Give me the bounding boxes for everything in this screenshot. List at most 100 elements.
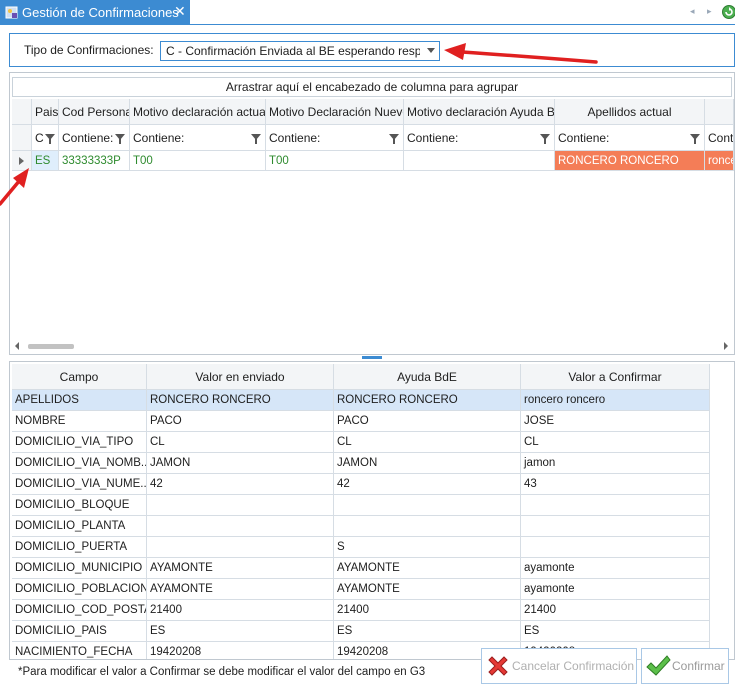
table-row[interactable]: DOMICILIO_VIA_NOMB... JAMON JAMON jamon <box>12 453 710 474</box>
filter-cell-motivo-ayuda[interactable]: Contiene: <box>404 125 555 151</box>
confirmation-type-select[interactable]: C - Confirmación Enviada al BE esperando… <box>160 41 440 61</box>
cell-ayuda-bde[interactable]: JAMON <box>334 453 521 474</box>
cell-campo[interactable]: NOMBRE <box>12 411 147 432</box>
filter-cell-apellidos-actual[interactable]: Contiene: <box>555 125 705 151</box>
column-header-campo[interactable]: Campo <box>12 364 147 390</box>
cell-ayuda-bde[interactable]: ES <box>334 621 521 642</box>
cell-motivo-nuevo[interactable]: T00 <box>266 151 404 171</box>
column-header-motivo-nuevo[interactable]: Motivo Declaración Nuevo <box>266 99 404 125</box>
cell-campo[interactable]: DOMICILIO_VIA_TIPO <box>12 432 147 453</box>
cell-valor-confirmar[interactable]: 43 <box>521 474 710 495</box>
column-header-valor-confirmar[interactable]: Valor a Confirmar <box>521 364 710 390</box>
cell-ayuda-bde[interactable]: 21400 <box>334 600 521 621</box>
cell-valor-confirmar[interactable] <box>521 495 710 516</box>
filter-cell-pais[interactable]: C <box>32 125 59 151</box>
table-row[interactable]: DOMICILIO_COD_POSTAL 21400 21400 21400 <box>12 600 710 621</box>
cell-campo[interactable]: DOMICILIO_PLANTA <box>12 516 147 537</box>
row-indicator[interactable] <box>12 151 32 171</box>
table-row[interactable]: DOMICILIO_PAIS ES ES ES <box>12 621 710 642</box>
cell-valor-enviado[interactable] <box>147 537 334 558</box>
table-row[interactable]: DOMICILIO_POBLACION AYAMONTE AYAMONTE ay… <box>12 579 710 600</box>
filter-funnel-icon[interactable] <box>45 134 55 144</box>
cell-campo[interactable]: DOMICILIO_MUNICIPIO <box>12 558 147 579</box>
scroll-right-arrow-icon[interactable] <box>724 342 728 350</box>
column-header-valor-enviado[interactable]: Valor en enviado <box>147 364 334 390</box>
column-header-motivo-actual[interactable]: Motivo declaración actual <box>130 99 266 125</box>
cell-ayuda-bde[interactable] <box>334 516 521 537</box>
cell-campo[interactable]: DOMICILIO_COD_POSTAL <box>12 600 147 621</box>
cell-campo[interactable]: DOMICILIO_BLOQUE <box>12 495 147 516</box>
cell-apellidos-next[interactable]: roncero <box>705 151 734 171</box>
cell-ayuda-bde[interactable]: RONCERO RONCERO <box>334 390 521 411</box>
cell-valor-enviado[interactable]: PACO <box>147 411 334 432</box>
filter-funnel-icon[interactable] <box>690 134 700 144</box>
cell-valor-confirmar[interactable]: 21400 <box>521 600 710 621</box>
filter-cell-cod-persona[interactable]: Contiene: <box>59 125 130 151</box>
cell-motivo-actual[interactable]: T00 <box>130 151 266 171</box>
filter-funnel-icon[interactable] <box>389 134 399 144</box>
column-header-pais[interactable]: Pais <box>32 99 59 125</box>
cell-ayuda-bde[interactable]: PACO <box>334 411 521 432</box>
cancel-confirmation-button[interactable]: Cancelar Confirmación <box>481 648 637 684</box>
cell-ayuda-bde[interactable]: AYAMONTE <box>334 579 521 600</box>
chevron-down-icon[interactable] <box>427 48 435 53</box>
cell-valor-confirmar[interactable]: ES <box>521 621 710 642</box>
cell-valor-enviado[interactable]: 21400 <box>147 600 334 621</box>
table-row[interactable]: ES 33333333P T00 T00 RONCERO RONCERO ron… <box>12 151 734 171</box>
cell-valor-enviado[interactable]: 19420208 <box>147 642 334 659</box>
cell-valor-confirmar[interactable]: CL <box>521 432 710 453</box>
filter-funnel-icon[interactable] <box>115 134 125 144</box>
cell-valor-enviado[interactable]: ES <box>147 621 334 642</box>
cell-valor-enviado[interactable]: 42 <box>147 474 334 495</box>
scroll-left-icon[interactable]: ◂ <box>690 6 695 17</box>
cell-valor-enviado[interactable]: AYAMONTE <box>147 558 334 579</box>
scroll-right-icon[interactable]: ▸ <box>707 6 712 17</box>
refresh-icon[interactable] <box>721 3 735 21</box>
filter-cell-motivo-actual[interactable]: Contiene: <box>130 125 266 151</box>
cell-valor-confirmar[interactable]: ayamonte <box>521 579 710 600</box>
cell-cod-persona[interactable]: 33333333P <box>59 151 130 171</box>
column-header-motivo-ayuda[interactable]: Motivo declaración Ayuda BE <box>404 99 555 125</box>
table-row[interactable]: DOMICILIO_BLOQUE <box>12 495 710 516</box>
table-row[interactable]: DOMICILIO_PLANTA <box>12 516 710 537</box>
column-header-ayuda-bde[interactable]: Ayuda BdE <box>334 364 521 390</box>
table-row[interactable]: DOMICILIO_VIA_TIPO CL CL CL <box>12 432 710 453</box>
scroll-left-arrow-icon[interactable] <box>15 342 19 350</box>
cell-campo[interactable]: NACIMIENTO_FECHA <box>12 642 147 659</box>
cell-campo[interactable]: DOMICILIO_PAIS <box>12 621 147 642</box>
cell-valor-confirmar[interactable]: jamon <box>521 453 710 474</box>
group-by-panel[interactable]: Arrastrar aquí el encabezado de columna … <box>12 77 732 97</box>
horizontal-scrollbar[interactable] <box>12 339 734 353</box>
table-row[interactable]: DOMICILIO_VIA_NUME... 42 42 43 <box>12 474 710 495</box>
cell-valor-confirmar[interactable]: roncero roncero <box>521 390 710 411</box>
cell-motivo-ayuda[interactable] <box>404 151 555 171</box>
table-row[interactable]: DOMICILIO_MUNICIPIO AYAMONTE AYAMONTE ay… <box>12 558 710 579</box>
cell-valor-enviado[interactable] <box>147 495 334 516</box>
scrollbar-thumb[interactable] <box>28 344 74 349</box>
cell-valor-confirmar[interactable]: JOSE <box>521 411 710 432</box>
filter-funnel-icon[interactable] <box>540 134 550 144</box>
cell-valor-confirmar[interactable] <box>521 516 710 537</box>
cell-campo[interactable]: DOMICILIO_PUERTA <box>12 537 147 558</box>
cell-ayuda-bde[interactable]: S <box>334 537 521 558</box>
cell-valor-enviado[interactable]: RONCERO RONCERO <box>147 390 334 411</box>
cell-pais[interactable]: ES <box>32 151 59 171</box>
cell-ayuda-bde[interactable]: CL <box>334 432 521 453</box>
confirm-button[interactable]: Confirmar <box>641 648 729 684</box>
close-icon[interactable]: ✕ <box>174 3 186 20</box>
cell-campo[interactable]: DOMICILIO_POBLACION <box>12 579 147 600</box>
cell-campo[interactable]: DOMICILIO_VIA_NUME... <box>12 474 147 495</box>
filter-cell-next[interactable]: Conti <box>705 125 734 151</box>
column-header-apellidos-actual[interactable]: Apellidos actual <box>555 99 705 125</box>
table-row[interactable]: DOMICILIO_PUERTA S <box>12 537 710 558</box>
cell-ayuda-bde[interactable] <box>334 495 521 516</box>
table-row[interactable]: APELLIDOS RONCERO RONCERO RONCERO RONCER… <box>12 390 710 411</box>
cell-ayuda-bde[interactable]: 42 <box>334 474 521 495</box>
cell-valor-enviado[interactable]: CL <box>147 432 334 453</box>
cell-ayuda-bde[interactable]: AYAMONTE <box>334 558 521 579</box>
filter-funnel-icon[interactable] <box>251 134 261 144</box>
column-header-cod-persona[interactable]: Cod Persona <box>59 99 130 125</box>
column-header-next[interactable] <box>705 99 734 125</box>
cell-campo[interactable]: DOMICILIO_VIA_NOMB... <box>12 453 147 474</box>
tab-gestion-confirmaciones[interactable]: Gestión de Confirmaciones ✕ <box>0 0 190 25</box>
